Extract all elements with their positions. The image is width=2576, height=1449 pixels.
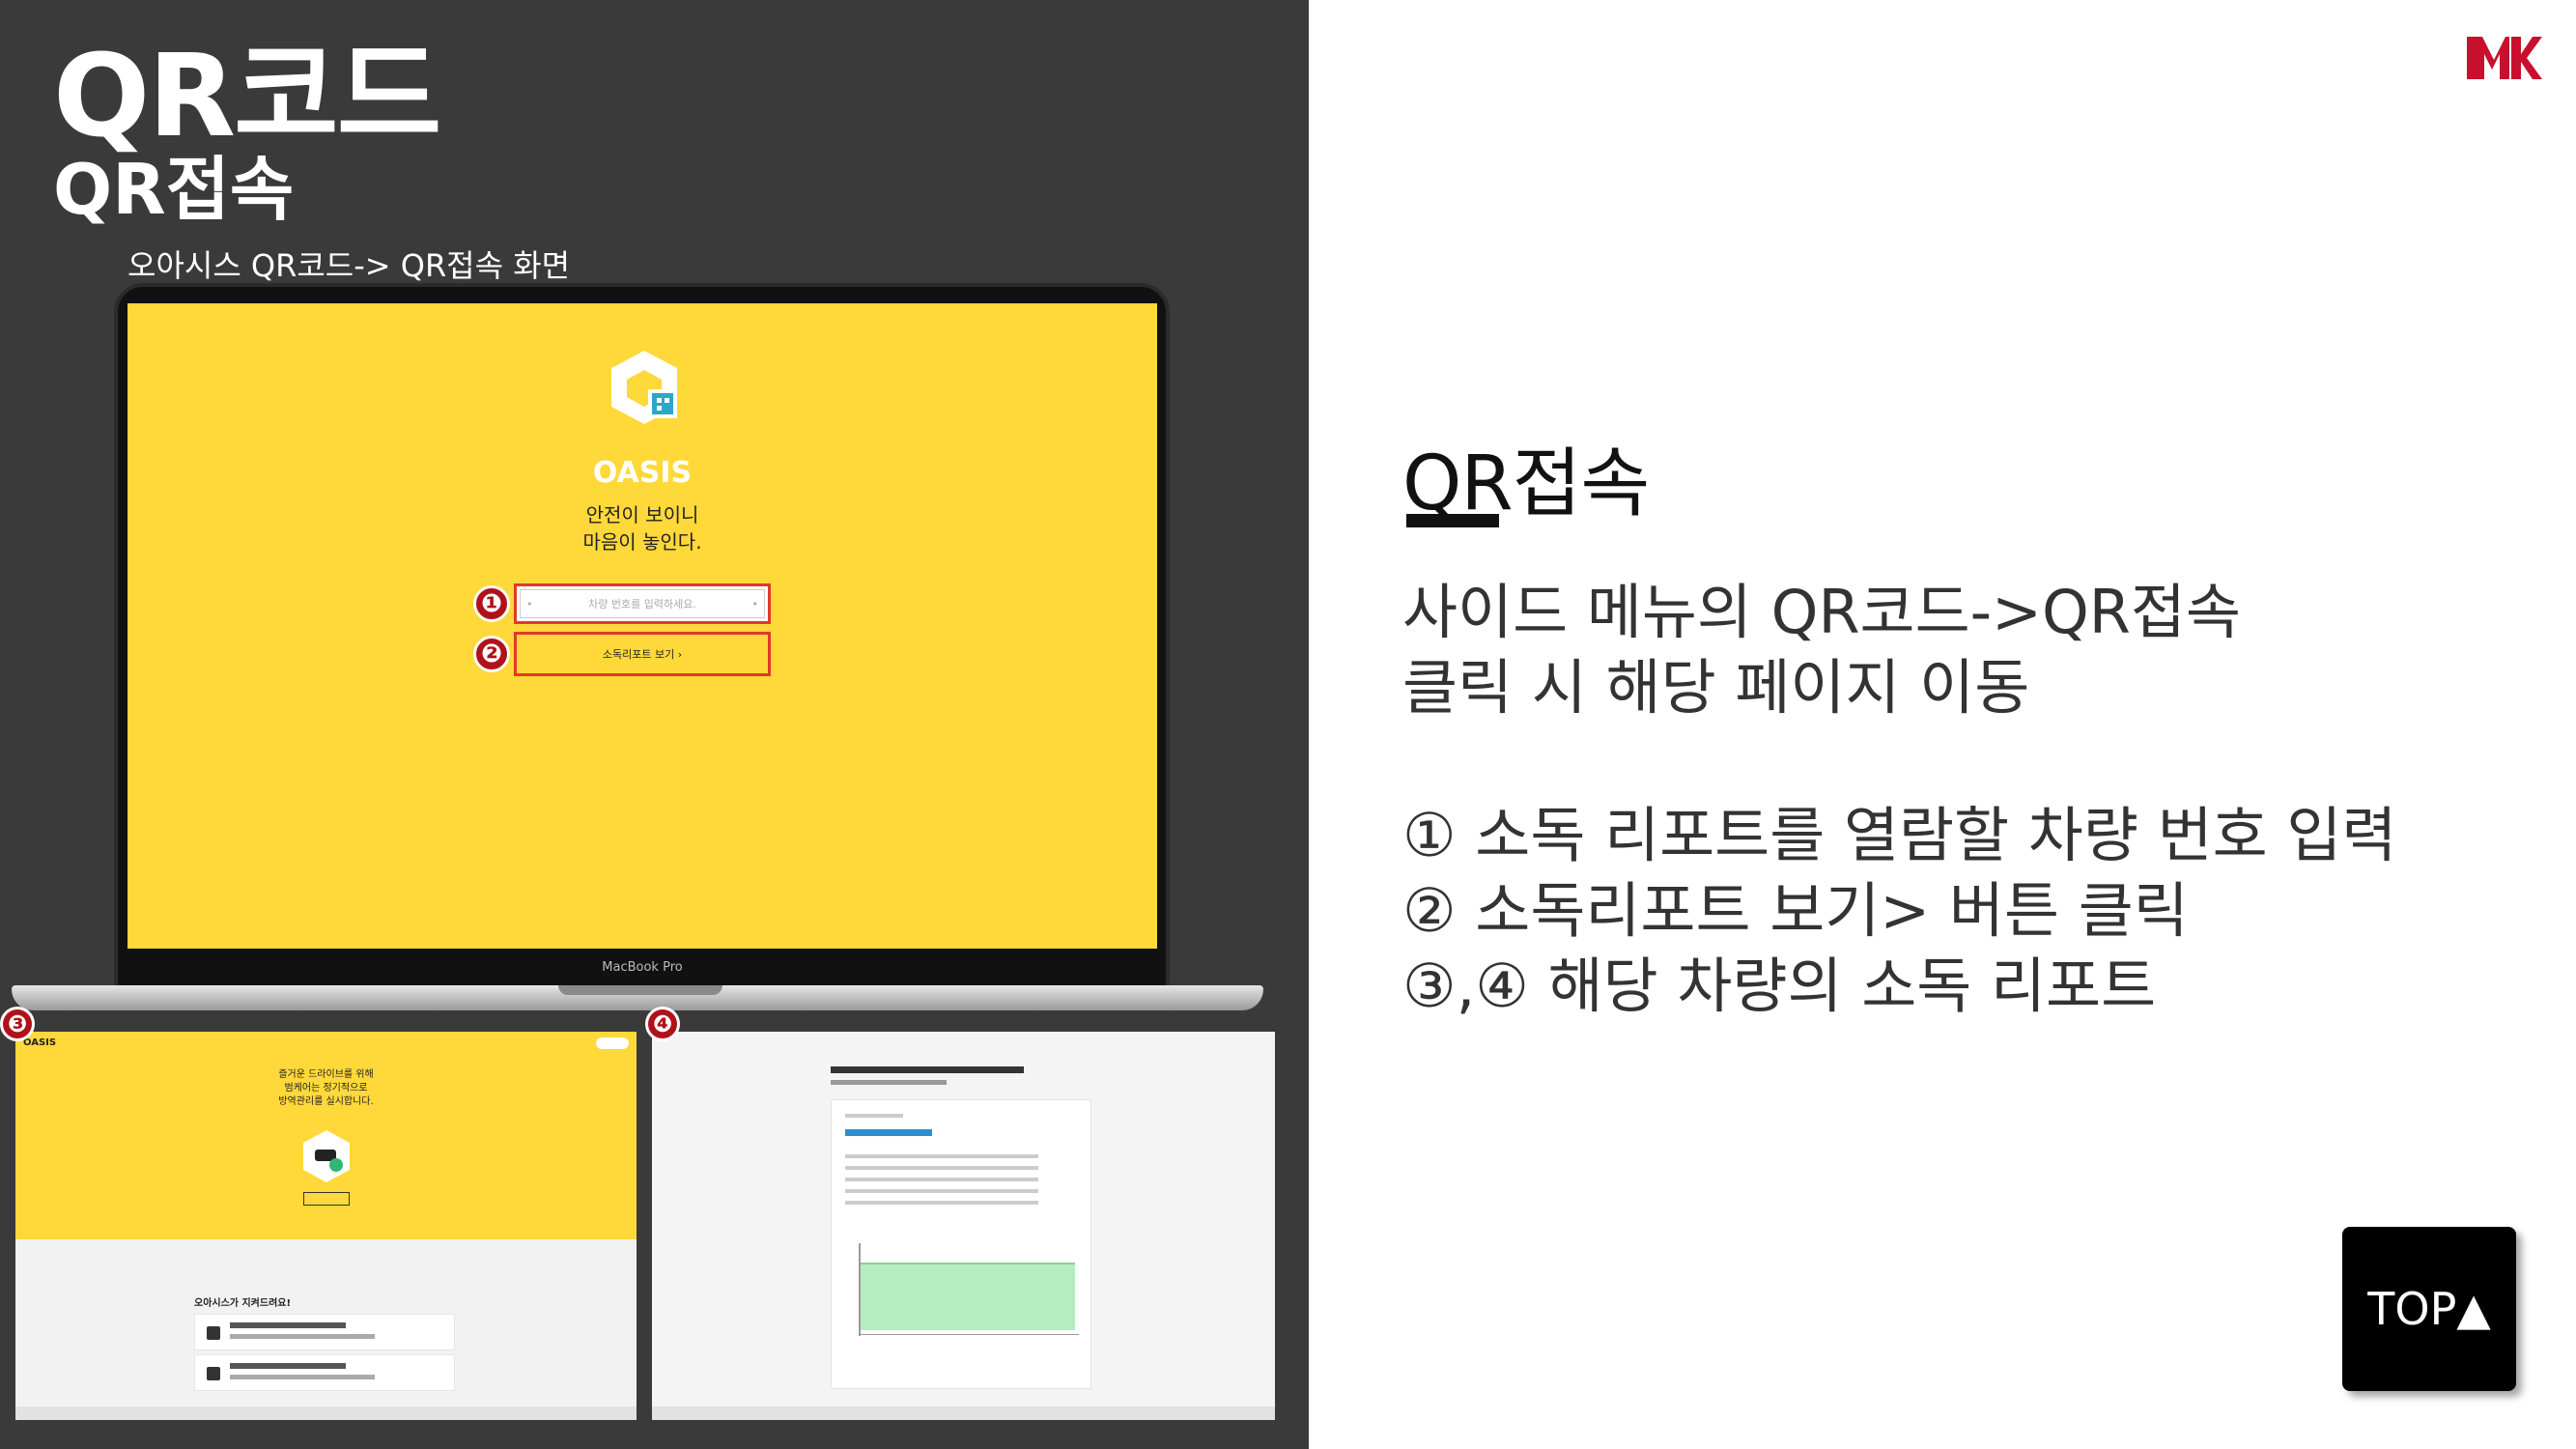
slide-subtitle: QR접속 bbox=[53, 149, 295, 230]
thumb-right-highlight bbox=[845, 1129, 932, 1136]
step-item-3: ③,④ 해당 차량의 소독 리포트 bbox=[1402, 951, 2157, 1021]
left-panel: QR코드 QR접속 오아시스 QR코드-> QR접속 화면 OASIS 안전이 … bbox=[0, 0, 1309, 1449]
description-line-2: 클릭 시 해당 페이지 이동 bbox=[1402, 652, 2030, 723]
thumb-left-plate bbox=[303, 1192, 350, 1206]
thumb-left-card-2 bbox=[194, 1354, 455, 1391]
heading-underline bbox=[1406, 514, 1499, 527]
screen-caption: 오아시스 QR코드-> QR접속 화면 bbox=[127, 247, 571, 284]
tagline-line-1: 안전이 보이니 bbox=[585, 503, 699, 526]
report-view-button[interactable]: 소독리포트 보기 › bbox=[514, 632, 771, 676]
tagline-line-2: 마음이 놓인다. bbox=[582, 530, 702, 554]
thumb-left-headline-2: 범케어는 정기적으로 bbox=[284, 1083, 368, 1094]
vehicle-number-placeholder: 차량 번호를 입력하세요. bbox=[588, 598, 696, 611]
thumb-right-footer bbox=[652, 1406, 1275, 1420]
thumb-left-headline-1: 즐거운 드라이브를 위해 bbox=[278, 1069, 374, 1080]
description-line-1: 사이드 메뉴의 QR코드->QR접속 bbox=[1402, 577, 2241, 647]
slide-title: QR코드 bbox=[53, 29, 441, 162]
thumb-left-section-title: 오아시스가 지켜드려요! bbox=[194, 1298, 292, 1309]
laptop-screen: OASIS 안전이 보이니 마음이 놓인다. • 차량 번호를 입력하세요. •… bbox=[127, 303, 1157, 949]
thumb-left-corner-button bbox=[596, 1037, 629, 1049]
thumb-right-chart bbox=[861, 1263, 1075, 1330]
vehicle-number-input[interactable]: • 차량 번호를 입력하세요. • bbox=[520, 589, 765, 618]
marker-4: ❹ bbox=[645, 1007, 680, 1041]
marker-1: ❶ bbox=[473, 585, 510, 622]
macbook-label: MacBook Pro bbox=[602, 960, 683, 975]
step-item-2: ② 소독리포트 보기> 버튼 클릭 bbox=[1402, 875, 2189, 946]
thumb-left-card-1 bbox=[194, 1314, 455, 1350]
input-dot-right-icon: • bbox=[751, 597, 758, 611]
car-check-icon bbox=[303, 1130, 350, 1182]
thumb-left-headline: 즐거운 드라이브를 위해 범케어는 정기적으로 방역관리를 실시합니다. bbox=[15, 1068, 637, 1109]
laptop-notch bbox=[558, 985, 722, 995]
section-description: 사이드 메뉴의 QR코드->QR접속 클릭 시 해당 페이지 이동 bbox=[1402, 575, 2241, 725]
report-thumbnail-left: OASIS 즐거운 드라이브를 위해 범케어는 정기적으로 방역관리를 실시합니… bbox=[15, 1032, 637, 1420]
mk-logo-icon bbox=[2467, 37, 2542, 79]
report-thumbnail-right bbox=[652, 1032, 1275, 1420]
step-item-1: ① 소독 리포트를 열람할 차량 번호 입력 bbox=[1402, 800, 2397, 870]
marker-3: ❸ bbox=[0, 1007, 35, 1041]
thumb-right-chart-xaxis bbox=[859, 1334, 1079, 1335]
thumb-right-card bbox=[831, 1099, 1091, 1389]
top-button[interactable]: TOP▲ bbox=[2342, 1227, 2516, 1391]
input-dot-left-icon: • bbox=[526, 597, 533, 611]
oasis-logo-icon bbox=[611, 351, 677, 424]
step-list: ① 소독 리포트를 열람할 차량 번호 입력 ② 소독리포트 보기> 버튼 클릭… bbox=[1402, 798, 2396, 1024]
thumb-left-logo: OASIS bbox=[23, 1037, 57, 1048]
marker-2: ❷ bbox=[473, 636, 510, 672]
thumb-left-footer bbox=[15, 1406, 637, 1420]
oasis-brand: OASIS bbox=[592, 456, 693, 490]
tagline: 안전이 보이니 마음이 놓인다. bbox=[127, 501, 1157, 555]
thumb-right-subtitle bbox=[831, 1080, 947, 1085]
thumb-right-title bbox=[831, 1066, 1024, 1073]
thumb-left-headline-3: 방역관리를 실시합니다. bbox=[278, 1096, 374, 1107]
vehicle-number-input-highlight: • 차량 번호를 입력하세요. • bbox=[514, 583, 771, 624]
